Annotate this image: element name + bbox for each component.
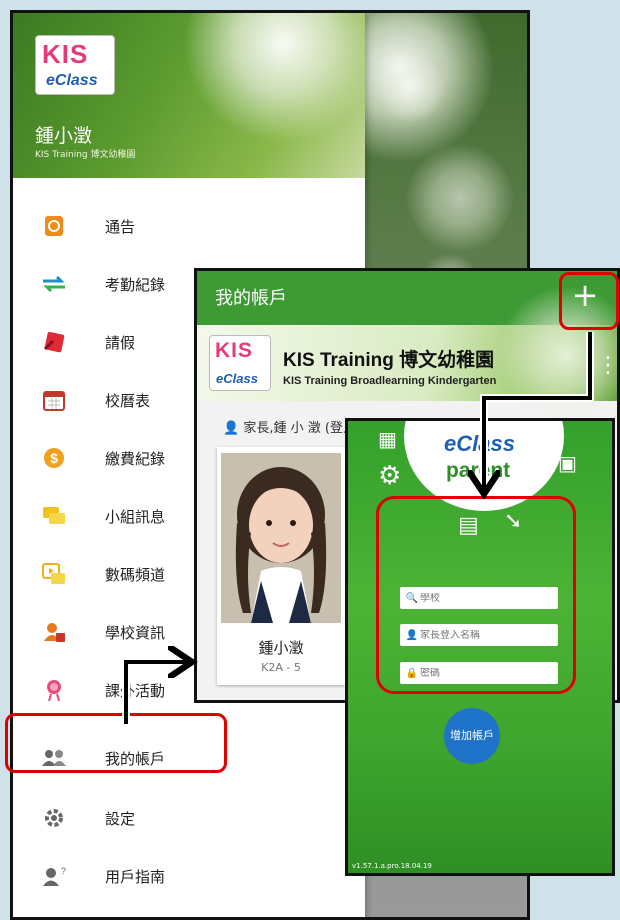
logo-eclass-text: eClass — [46, 72, 98, 89]
more-options-icon[interactable]: ⋮ — [597, 353, 617, 378]
version-label: v1.57.1.a.pro.18.04.19 — [352, 862, 432, 870]
add-button-highlight — [559, 272, 619, 330]
logo-kis-text: KIS — [215, 339, 254, 362]
menu-label: 用戶指南 — [105, 867, 166, 886]
notice-icon — [41, 213, 67, 239]
leave-icon — [41, 329, 67, 355]
parent-label: 👤 家長,鍾 小 澂 (登入) — [223, 417, 361, 436]
group-message-icon — [41, 503, 67, 529]
menu-label: 請假 — [105, 333, 136, 352]
menu-item-settings[interactable]: 設定 — [13, 789, 365, 847]
logo-eclass-text: eClass — [216, 371, 258, 386]
menu-label: 學校資訊 — [105, 623, 166, 642]
drawer-header: KIS eClass 鍾小澂 KIS Training 博文幼稚園 — [13, 13, 365, 178]
kis-eclass-logo: KIS eClass — [35, 35, 115, 95]
menu-label: 繳費紀錄 — [105, 449, 166, 468]
school-name: KIS Training 博文幼稚園 — [35, 150, 136, 160]
school-info-icon — [41, 619, 67, 645]
school-logo: KIS eClass — [209, 335, 271, 391]
gear-icon: ⚙ — [378, 461, 402, 491]
eclass-logo-text: eClass — [444, 431, 515, 456]
person-icon: 👤 — [223, 421, 240, 436]
user-name: 鍾小澂 — [35, 125, 93, 147]
digital-channel-icon — [41, 561, 67, 587]
menu-label: 課外活動 — [105, 681, 166, 700]
my-account-highlight — [5, 713, 227, 773]
school-name-english: KIS Training Broadlearning Kindergarten — [283, 375, 497, 387]
child-photo — [221, 453, 341, 623]
menu-item-notice[interactable]: 通告 — [13, 197, 365, 255]
school-name: KIS Training 博文幼稚園 — [283, 350, 495, 371]
menu-label: 校曆表 — [105, 391, 151, 410]
menu-item-user-guide[interactable]: ? 用戶指南 — [13, 847, 365, 905]
menu-label: 小組訊息 — [105, 507, 166, 526]
user-guide-icon: ? — [41, 863, 67, 889]
dollar-icon: $ — [41, 445, 67, 471]
menu-label: 數碼頻道 — [105, 565, 166, 584]
menu-label: 考勤紀錄 — [105, 275, 166, 294]
login-form-highlight — [376, 496, 576, 694]
attendance-arrows-icon — [41, 271, 67, 297]
activities-icon — [41, 677, 67, 703]
bag-icon: ▣ — [558, 451, 577, 475]
svg-text:$: $ — [50, 450, 58, 466]
child-class: K2A - 5 — [261, 661, 301, 674]
parent-logo-text: parent — [446, 459, 511, 482]
svg-text:?: ? — [61, 866, 66, 876]
parent-label-text: 家長,鍾 小 澂 (登入) — [243, 421, 362, 436]
calendar-icon — [41, 387, 67, 413]
gear-icon — [41, 805, 67, 831]
menu-label: 通告 — [105, 217, 136, 236]
child-card[interactable]: 鍾小澂 K2A - 5 — [217, 447, 345, 685]
child-name: 鍾小澂 — [258, 639, 304, 657]
add-account-submit-button[interactable]: 增加帳戶 — [444, 708, 500, 764]
logo-kis-text: KIS — [42, 39, 89, 69]
school-banner[interactable]: KIS eClass KIS Training 博文幼稚園 KIS Traini… — [197, 285, 617, 425]
school-building-icon: ▦ — [378, 427, 397, 451]
page-title: 我的帳戶 — [215, 288, 287, 309]
menu-label: 設定 — [105, 809, 136, 828]
